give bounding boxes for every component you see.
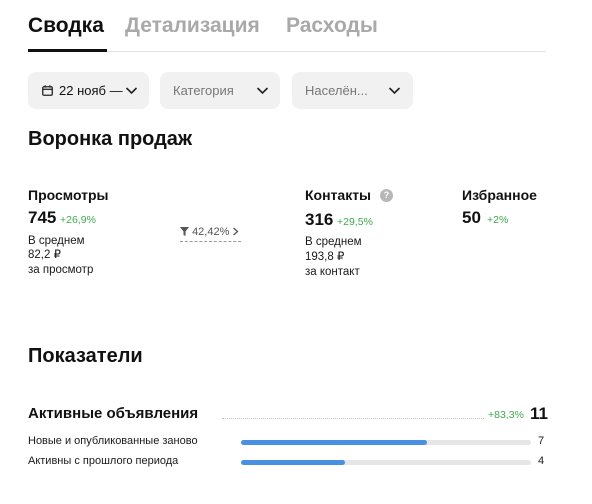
row-previous-label: Активны с прошлого периода	[28, 455, 179, 467]
date-range-value: 22 нояб — 2	[59, 83, 123, 98]
conversion-link[interactable]: 42,42%	[180, 226, 242, 242]
city-select[interactable]: Населён...	[292, 72, 413, 109]
category-select[interactable]: Категория	[160, 72, 280, 109]
row-previous-bar-fill	[241, 460, 346, 465]
active-ads-delta: +83,3%	[488, 409, 524, 421]
tab-expenses[interactable]: Расходы	[286, 14, 378, 38]
funnel-title: Воронка продаж	[28, 128, 193, 150]
indicators-title: Показатели	[28, 345, 143, 367]
favorites-delta: +2%	[487, 214, 509, 226]
active-tab-indicator	[28, 49, 107, 52]
chevron-down-icon	[125, 84, 138, 100]
views-avg-unit: за просмотр	[28, 264, 94, 276]
row-new-bar	[241, 440, 531, 445]
contacts-value: 316	[305, 210, 334, 229]
row-new-bar-fill	[241, 440, 427, 445]
tab-summary[interactable]: Сводка	[28, 14, 104, 38]
views-avg-value: 82,2 ₽	[28, 249, 61, 261]
chevron-down-icon	[256, 84, 269, 100]
category-placeholder: Категория	[173, 83, 234, 98]
row-previous-count: 4	[538, 455, 545, 467]
conversion-value: 42,42%	[192, 226, 230, 238]
date-range-select[interactable]: 22 нояб — 2	[28, 72, 149, 109]
row-new-count: 7	[538, 435, 545, 447]
contacts-delta: +29,5%	[337, 216, 373, 228]
row-previous-bar	[241, 460, 531, 465]
help-icon[interactable]: ?	[380, 189, 393, 202]
filter-icon	[180, 226, 189, 238]
tabs-bar: Сводка Детализация Расходы	[28, 12, 546, 52]
row-new-label: Новые и опубликованные заново	[28, 435, 198, 447]
tab-details[interactable]: Детализация	[125, 14, 260, 38]
active-ads-leader-line	[222, 418, 484, 419]
chevron-down-icon	[388, 84, 401, 100]
views-avg-label: В среднем	[28, 235, 85, 247]
city-placeholder: Населён...	[305, 83, 368, 98]
favorites-title: Избранное	[462, 187, 537, 203]
views-delta: +26,9%	[60, 214, 96, 226]
calendar-icon	[42, 84, 53, 99]
contacts-avg-value: 193,8 ₽	[305, 251, 345, 263]
views-title: Просмотры	[28, 187, 109, 203]
chevron-right-icon	[232, 226, 239, 238]
contacts-avg-label: В среднем	[305, 236, 362, 248]
active-ads-value: 11	[530, 404, 548, 423]
favorites-value: 50	[462, 208, 481, 227]
contacts-avg-unit: за контакт	[305, 266, 360, 278]
active-ads-title: Активные объявления	[28, 405, 199, 422]
contacts-title: Контакты	[305, 187, 372, 203]
views-value: 745	[28, 208, 57, 227]
